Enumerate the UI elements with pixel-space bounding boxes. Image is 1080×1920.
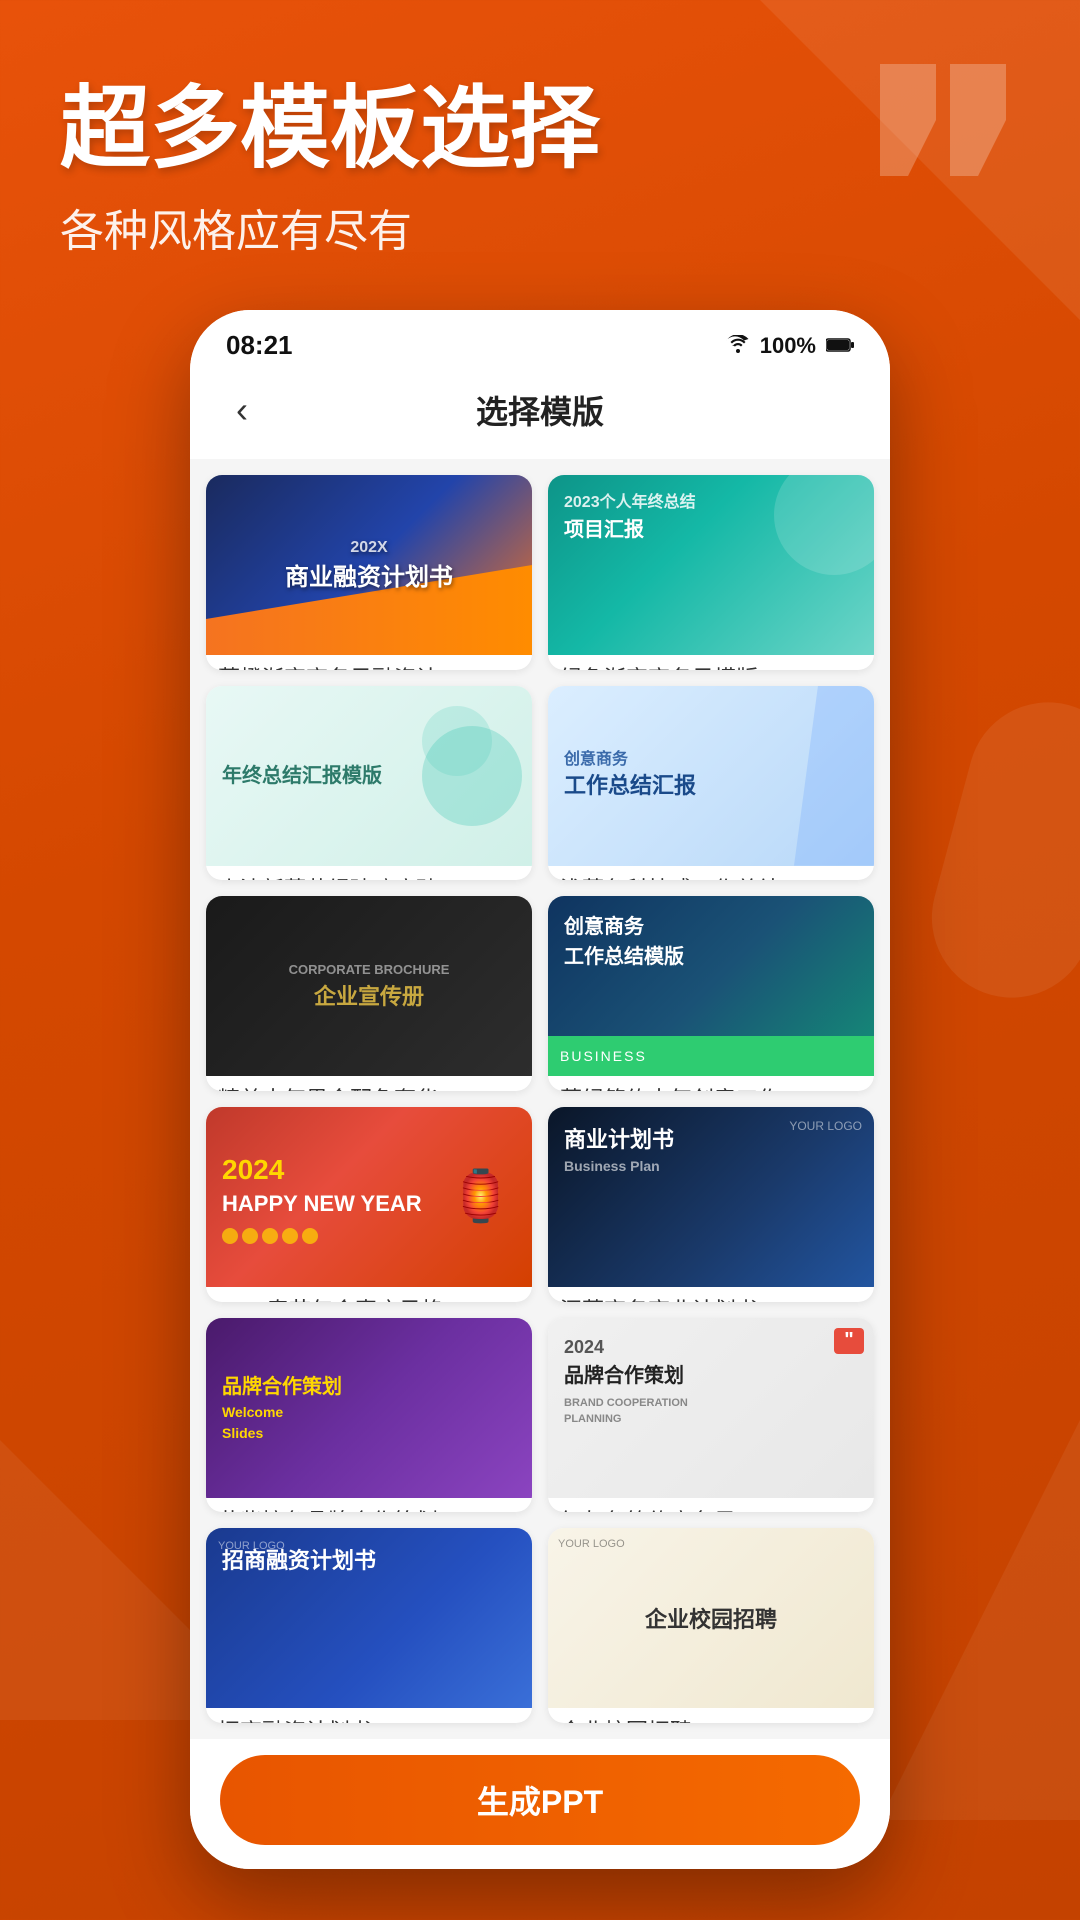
template-item-10[interactable]: 2024 品牌合作策划 BRAND COOPERATIONPLANNING 红灰… (548, 1318, 874, 1513)
thumb-6-text: 创意商务工作总结模版 (564, 912, 684, 972)
template-item-5[interactable]: CORPORATE BROCHURE 企业宣传册 精美大气黑金配色奢华… (206, 896, 532, 1091)
thumb-9-text: 品牌合作策划 WelcomeSlides (222, 1372, 342, 1444)
thumb-2-text: 2023个人年终总结 项目汇报 (564, 491, 696, 545)
thumb-5-text: CORPORATE BROCHURE 企业宣传册 (289, 960, 450, 1013)
template-label-1: 蓝橙渐变商务风融资计… (206, 655, 532, 670)
nav-title: 选择模版 (476, 387, 604, 433)
thumb-10-text: 2024 品牌合作策划 BRAND COOPERATIONPLANNING (564, 1334, 688, 1428)
header-title: 超多模板选择 (60, 80, 1020, 179)
battery-indicator: 100% (760, 333, 816, 359)
bg-deco-bottom-right (880, 1420, 1080, 1820)
template-label-8: 深蓝商务商业计划书 (548, 1287, 874, 1302)
thumb-7-text: 2024 HAPPY NEW YEAR (222, 1150, 422, 1244)
template-thumb-6: 创意商务工作总结模版 BUSINESS (548, 896, 874, 1076)
header-subtitle: 各种风格应有尽有 (60, 195, 1020, 259)
thumb-8-text: 商业计划书 Business Plan (564, 1123, 674, 1177)
template-item-4[interactable]: 创意商务 工作总结汇报 浅蓝色科技感工作总结… (548, 686, 874, 881)
template-item-11[interactable]: YOUR LOGO 招商融资计划书 招商融资计划书 (206, 1528, 532, 1723)
wifi-icon (726, 333, 750, 359)
battery-icon (826, 332, 854, 360)
template-thumb-4: 创意商务 工作总结汇报 (548, 686, 874, 866)
template-label-2: 绿色渐变商务风模版 (548, 655, 874, 670)
top-nav: ‹ 选择模版 (190, 371, 890, 459)
thumb-6-accent-text: BUSINESS (560, 1048, 647, 1064)
template-item-1[interactable]: 202X 商业融资计划书 蓝橙渐变商务风融资计… (206, 475, 532, 670)
template-label-4: 浅蓝色科技感工作总结… (548, 866, 874, 881)
bottom-bar: 生成PPT (190, 1739, 890, 1869)
thumb-3-text: 年终总结汇报模版 (222, 761, 382, 791)
template-thumb-12: YOUR LOGO 企业校园招聘 (548, 1528, 874, 1708)
template-thumb-11: YOUR LOGO 招商融资计划书 (206, 1528, 532, 1708)
template-thumb-2: 2023个人年终总结 项目汇报 (548, 475, 874, 655)
status-right: 100% (726, 332, 854, 360)
template-thumb-3: 年终总结汇报模版 (206, 686, 532, 866)
template-item-9[interactable]: 品牌合作策划 WelcomeSlides 黄紫撞色品牌合作策划 (206, 1318, 532, 1513)
phone-mockup: 08:21 100% ‹ 选择模版 (190, 310, 890, 1869)
template-thumb-1: 202X 商业融资计划书 (206, 475, 532, 655)
template-label-10: 红灰色简约商务风 (548, 1498, 874, 1513)
template-item-2[interactable]: 2023个人年终总结 项目汇报 绿色渐变商务风模版 (548, 475, 874, 670)
thumb-12-text: 企业校园招聘 (645, 1602, 777, 1634)
template-thumb-8: YOUR LOGO 商业计划书 Business Plan (548, 1107, 874, 1287)
template-label-11: 招商融资计划书 (206, 1708, 532, 1723)
template-label-9: 黄紫撞色品牌合作策划 (206, 1498, 532, 1513)
template-thumb-5: CORPORATE BROCHURE 企业宣传册 (206, 896, 532, 1076)
generate-ppt-button[interactable]: 生成PPT (220, 1755, 860, 1845)
status-bar: 08:21 100% (190, 310, 890, 371)
thumb-1-text: 202X 商业融资计划书 (285, 539, 453, 592)
status-time: 08:21 (226, 330, 293, 361)
quote-decoration-icon (880, 60, 1020, 180)
back-button[interactable]: ‹ (220, 381, 264, 439)
lantern-icon: 🏮 (450, 1167, 512, 1226)
template-label-5: 精美大气黑金配色奢华… (206, 1076, 532, 1091)
template-label-3: 小清新薄荷绿玻璃磨砂… (206, 866, 532, 881)
template-grid: 202X 商业融资计划书 蓝橙渐变商务风融资计… 2023个人年终总结 项目汇报… (190, 459, 890, 1739)
template-thumb-9: 品牌合作策划 WelcomeSlides (206, 1318, 532, 1498)
bg-deco-mid (914, 684, 1080, 1015)
template-item-6[interactable]: 创意商务工作总结模版 BUSINESS 蓝绿简约大气创意工作… (548, 896, 874, 1091)
header: 超多模板选择 各种风格应有尽有 (0, 0, 1080, 299)
quote-decoration (834, 1328, 864, 1354)
template-thumb-10: 2024 品牌合作策划 BRAND COOPERATIONPLANNING (548, 1318, 874, 1498)
template-label-7: 2024春节年会喜庆风格… (206, 1287, 532, 1302)
template-item-12[interactable]: YOUR LOGO 企业校园招聘 企业校园招聘 (548, 1528, 874, 1723)
template-item-3[interactable]: 年终总结汇报模版 小清新薄荷绿玻璃磨砂… (206, 686, 532, 881)
thumb-4-text: 创意商务 工作总结汇报 (564, 749, 696, 802)
template-thumb-7: 2024 HAPPY NEW YEAR 🏮 (206, 1107, 532, 1287)
template-label-6: 蓝绿简约大气创意工作… (548, 1076, 874, 1091)
phone-mockup-wrapper: 08:21 100% ‹ 选择模版 (190, 310, 890, 1869)
template-item-7[interactable]: 2024 HAPPY NEW YEAR 🏮 2024春节年会喜庆风格… (206, 1107, 532, 1302)
template-item-8[interactable]: YOUR LOGO 商业计划书 Business Plan 深蓝商务商业计划书 (548, 1107, 874, 1302)
template-label-12: 企业校园招聘 (548, 1708, 874, 1723)
